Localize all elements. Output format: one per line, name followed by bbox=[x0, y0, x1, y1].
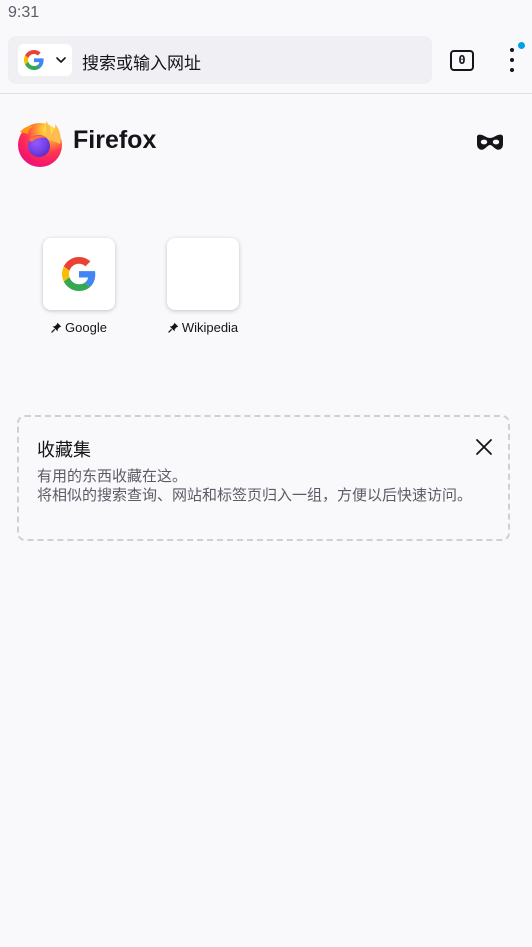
firefox-logo bbox=[18, 121, 62, 167]
firefox-wordmark: Firefox bbox=[73, 126, 157, 154]
menu-dot-icon bbox=[510, 68, 514, 72]
menu-button[interactable] bbox=[500, 42, 526, 78]
private-browsing-button[interactable] bbox=[474, 130, 506, 156]
shortcut-label-text: Google bbox=[65, 320, 107, 335]
shortcut-tile[interactable] bbox=[43, 238, 115, 310]
tab-counter-button[interactable]: 0 bbox=[450, 50, 474, 71]
pin-icon bbox=[51, 322, 62, 333]
chevron-down-icon bbox=[56, 57, 66, 63]
collections-description: 有用的东西收藏在这。 将相似的搜索查询、网站和标签页归入一组，方便以后快速访问。 bbox=[37, 467, 497, 505]
browser-toolbar: 搜索或输入网址 0 bbox=[0, 28, 532, 94]
shortcut-label: Google bbox=[31, 320, 127, 335]
collections-description-line: 将相似的搜索查询、网站和标签页归入一组，方便以后快速访问。 bbox=[37, 486, 473, 504]
shortcut-tile[interactable] bbox=[167, 238, 239, 310]
google-g-icon bbox=[24, 50, 44, 70]
shortcut-google[interactable]: Google bbox=[31, 238, 127, 338]
collections-description-line: 有用的东西收藏在这。 bbox=[37, 467, 188, 485]
collections-title: 收藏集 bbox=[37, 440, 91, 461]
status-time: 9:31 bbox=[8, 4, 40, 21]
pin-icon bbox=[168, 322, 179, 333]
status-bar: 9:31 bbox=[0, 0, 532, 28]
shortcut-wikipedia[interactable]: Wikipedia bbox=[155, 238, 251, 338]
collections-card: 收藏集 有用的东西收藏在这。 将相似的搜索查询、网站和标签页归入一组，方便以后快… bbox=[17, 415, 510, 541]
close-icon[interactable] bbox=[475, 438, 493, 456]
search-engine-selector[interactable] bbox=[18, 44, 72, 76]
menu-dot-icon bbox=[510, 58, 514, 62]
shortcut-label-text: Wikipedia bbox=[181, 320, 239, 335]
menu-dot-icon bbox=[510, 48, 514, 52]
notification-badge bbox=[518, 42, 525, 49]
private-mask-icon bbox=[477, 134, 503, 150]
url-placeholder[interactable]: 搜索或输入网址 bbox=[82, 49, 201, 74]
url-bar[interactable]: 搜索或输入网址 bbox=[8, 36, 432, 84]
shortcut-label: Wikipedia bbox=[155, 320, 251, 335]
google-g-icon bbox=[62, 257, 96, 291]
